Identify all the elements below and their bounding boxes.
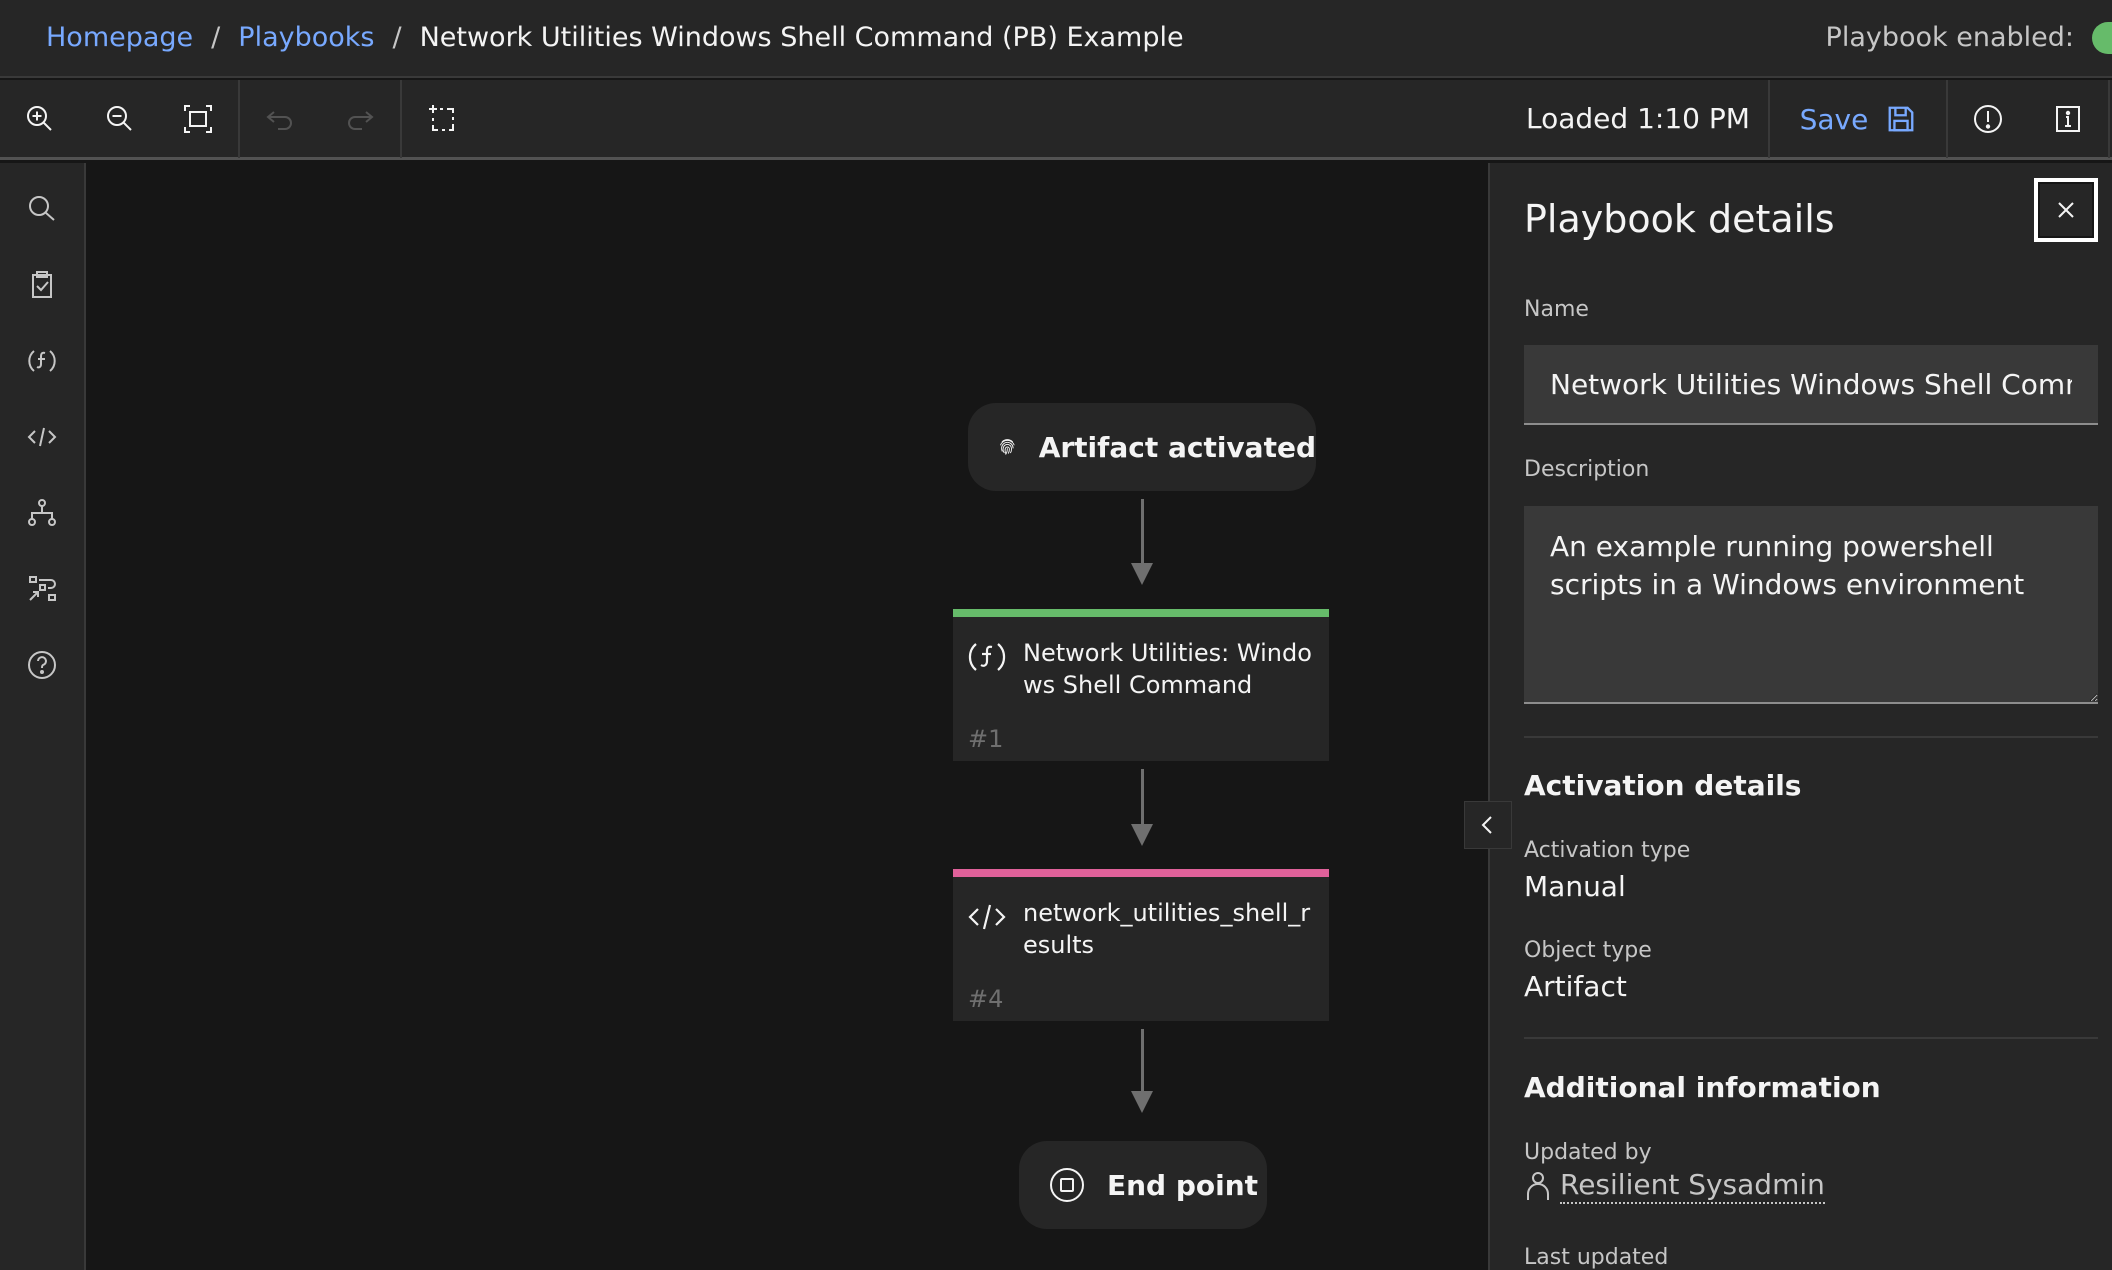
playbook-canvas[interactable]: Artifact activated Network Utilities: Wi…: [88, 163, 1488, 1270]
sidebar-item-tasks[interactable]: [0, 249, 84, 321]
toolbar-divider: [2108, 80, 2110, 158]
zoom-out-icon: [107, 106, 132, 131]
node-status-bar: [953, 869, 1329, 877]
save-icon: [1888, 106, 1914, 132]
fit-to-screen-button[interactable]: [158, 80, 238, 158]
select-region-button[interactable]: [402, 80, 482, 158]
task-clipboard-icon: [32, 271, 52, 298]
info-button[interactable]: [2028, 80, 2108, 158]
playbook-enabled-toggle[interactable]: [2092, 22, 2112, 54]
save-label: Save: [1799, 102, 1869, 136]
sidebar-item-subplaybooks[interactable]: [0, 553, 84, 625]
fit-to-screen-icon: [184, 105, 212, 133]
activation-details-heading: Activation details: [1524, 769, 1802, 802]
chevron-left-icon: [1481, 816, 1492, 834]
node-title: network_utilities_shell_results: [1023, 899, 1311, 959]
script-code-icon: [27, 427, 57, 447]
breadcrumb-separator: /: [392, 22, 402, 53]
divider: [1524, 1037, 2098, 1039]
updated-by-label: Updated by: [1524, 1140, 1652, 1165]
sidebar-item-scripts[interactable]: [0, 401, 84, 473]
edge-connector: [1141, 1029, 1144, 1097]
select-region-icon: [429, 105, 454, 131]
name-input[interactable]: [1524, 345, 2098, 425]
decision-tree-icon: [28, 499, 56, 526]
description-label: Description: [1524, 457, 1650, 482]
description-textarea[interactable]: An example running powershell scripts in…: [1524, 506, 2098, 704]
function-icon: [968, 643, 1006, 671]
edge-arrowhead: [1131, 563, 1153, 585]
node-number: #1: [968, 725, 1004, 753]
user-icon: [1527, 1172, 1549, 1200]
undo-icon: [266, 111, 292, 130]
breadcrumb-homepage-link[interactable]: Homepage: [46, 18, 193, 58]
zoom-out-button[interactable]: [80, 80, 160, 158]
divider: [1524, 736, 2098, 738]
playbook-enabled-label: Playbook enabled:: [1825, 22, 2074, 53]
node-number: #4: [968, 985, 1004, 1013]
zoom-in-button[interactable]: [0, 80, 80, 158]
edge-connector: [1141, 499, 1144, 567]
sidebar-item-search[interactable]: [0, 173, 84, 245]
search-icon: [29, 196, 55, 221]
script-node-4[interactable]: network_utilities_shell_results #4: [953, 869, 1329, 1021]
sidebar-item-functions[interactable]: [0, 325, 84, 397]
breadcrumb-separator: /: [211, 22, 221, 53]
help-icon: [28, 651, 56, 679]
fingerprint-icon: [1000, 439, 1015, 455]
start-node-label: Artifact activated: [1038, 430, 1316, 464]
close-icon: [2058, 202, 2074, 218]
sidebar-item-decisions[interactable]: [0, 477, 84, 549]
redo-icon: [348, 111, 374, 130]
breadcrumb: Homepage / Playbooks / Network Utilities…: [46, 18, 1184, 58]
sidebar-item-help[interactable]: [0, 629, 84, 701]
additional-information-heading: Additional information: [1524, 1071, 1881, 1104]
edge-connector: [1141, 769, 1144, 829]
subplaybook-flow-icon: [29, 576, 56, 601]
collapse-panel-button[interactable]: [1464, 801, 1512, 849]
breadcrumb-current-page: Network Utilities Windows Shell Command …: [419, 22, 1184, 53]
name-label: Name: [1524, 297, 1589, 322]
save-button[interactable]: Save: [1770, 80, 1946, 158]
start-node-artifact-activated[interactable]: Artifact activated: [968, 403, 1316, 491]
top-header: Homepage / Playbooks / Network Utilities…: [0, 0, 2112, 78]
zoom-in-icon: [27, 106, 52, 131]
activation-type-label: Activation type: [1524, 838, 1691, 863]
undo-button[interactable]: [240, 80, 320, 158]
playbook-details-panel: Playbook details Name Description An exa…: [1488, 163, 2112, 1270]
end-node[interactable]: End point: [1019, 1141, 1267, 1229]
end-node-label: End point: [1107, 1168, 1259, 1202]
left-sidebar: [0, 163, 86, 1270]
node-title: Network Utilities: Windows Shell Command: [1023, 639, 1312, 699]
script-code-icon: [968, 904, 1006, 930]
panel-title: Playbook details: [1524, 197, 1835, 241]
node-status-bar: [953, 609, 1329, 617]
warnings-button[interactable]: [1948, 80, 2028, 158]
function-icon: [28, 350, 56, 372]
info-icon: [2056, 106, 2080, 132]
updated-by-user-link[interactable]: Resilient Sysadmin: [1524, 1168, 1825, 1204]
last-updated-label: Last updated: [1524, 1245, 1669, 1270]
breadcrumb-playbooks-link[interactable]: Playbooks: [238, 18, 374, 58]
object-type-label: Object type: [1524, 938, 1652, 963]
redo-button[interactable]: [320, 80, 400, 158]
function-node-1[interactable]: Network Utilities: Windows Shell Command…: [953, 609, 1329, 761]
stop-circle-icon: [1050, 1168, 1084, 1202]
warning-icon: [1974, 105, 2002, 133]
object-type-value: Artifact: [1524, 970, 1627, 1003]
activation-type-value: Manual: [1524, 870, 1626, 903]
canvas-toolbar: Loaded 1:10 PM Save: [0, 80, 2112, 160]
updated-by-value: Resilient Sysadmin: [1560, 1168, 1825, 1204]
edge-arrowhead: [1131, 1091, 1153, 1113]
close-panel-button[interactable]: [2034, 178, 2098, 242]
loaded-status: Loaded 1:10 PM: [1526, 102, 1750, 135]
edge-arrowhead: [1131, 824, 1153, 846]
